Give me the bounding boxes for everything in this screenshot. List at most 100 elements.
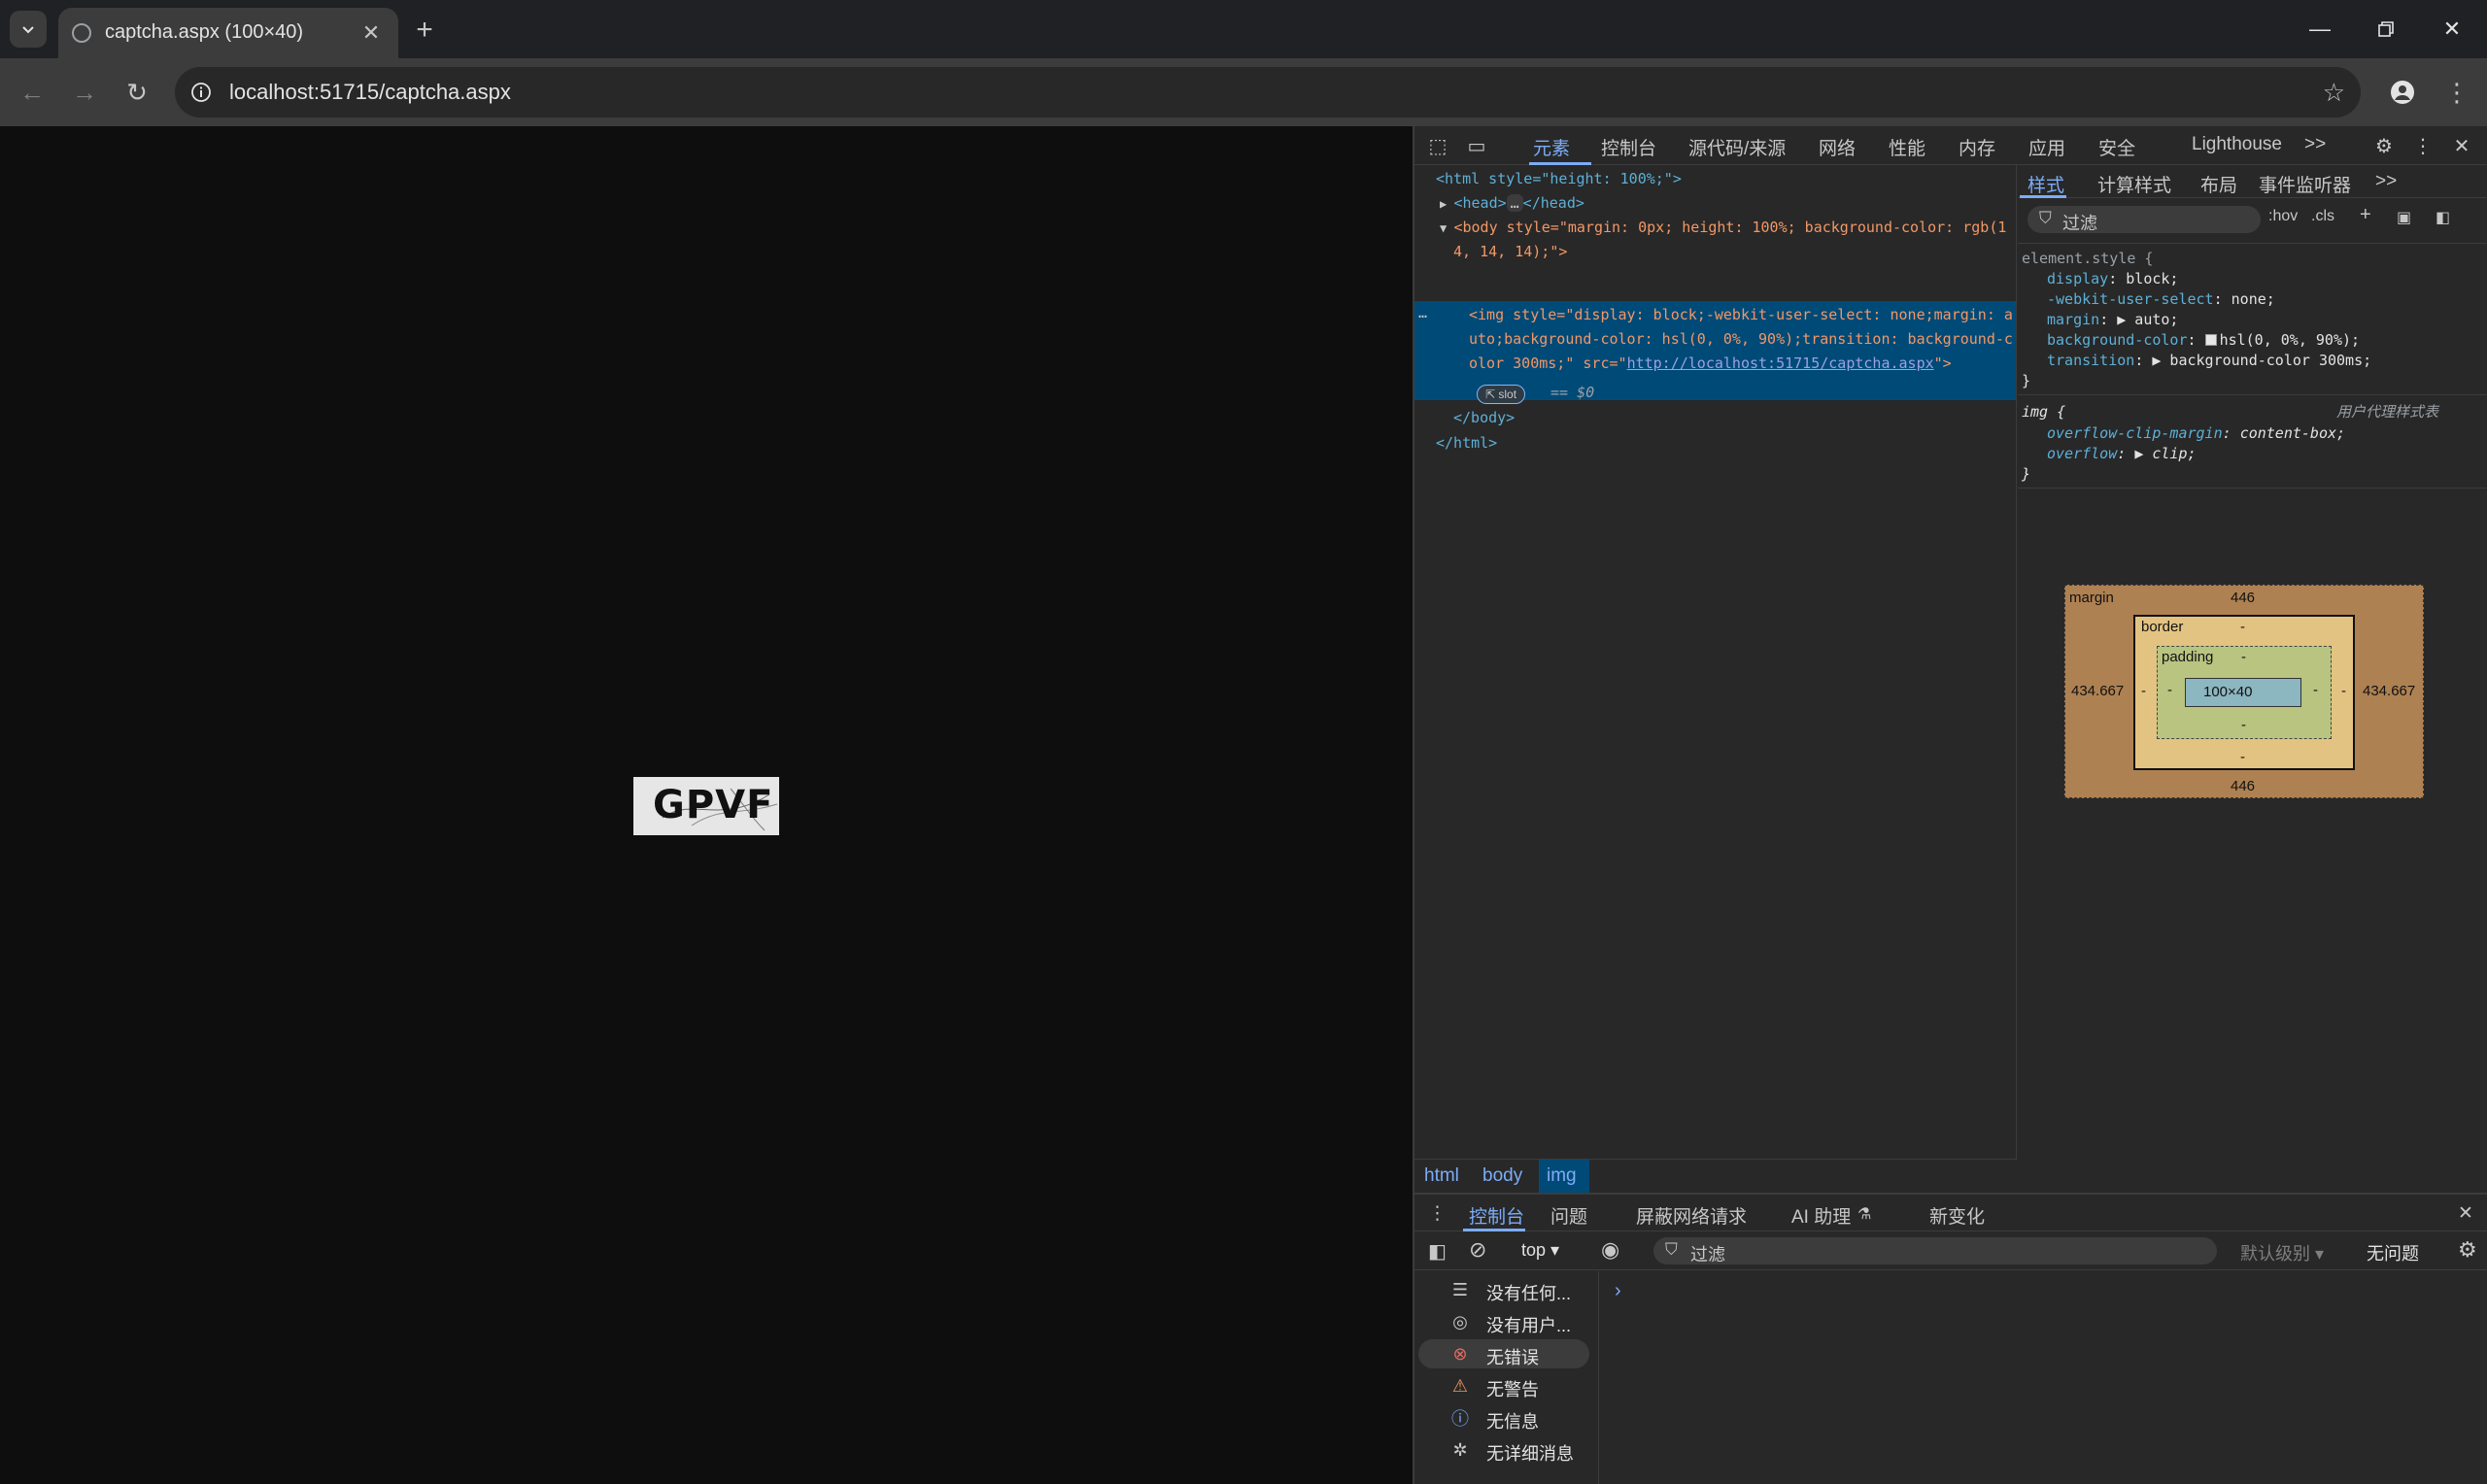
- drawer-tab-console[interactable]: 控制台: [1469, 1202, 1524, 1229]
- box-model-content[interactable]: 100×40: [2185, 678, 2301, 707]
- sidebar-toggle-icon[interactable]: ◧: [1428, 1239, 1447, 1264]
- new-tab-button[interactable]: +: [408, 14, 441, 47]
- style-rule-transition[interactable]: transition: ▶ background-color 300ms;: [2047, 351, 2371, 371]
- tab-elements[interactable]: 元素: [1533, 134, 1570, 160]
- settings-gear-icon[interactable]: ⚙: [2370, 132, 2398, 159]
- box-model-border-right[interactable]: -: [2341, 683, 2346, 699]
- hov-toggle[interactable]: :hov: [2268, 208, 2298, 225]
- head-ellipsis[interactable]: …: [1506, 194, 1523, 212]
- cls-toggle[interactable]: .cls: [2311, 208, 2334, 225]
- issues-counter[interactable]: 无问题: [2367, 1240, 2419, 1265]
- tab-console[interactable]: 控制台: [1601, 134, 1656, 160]
- box-model-margin[interactable]: margin 446 446 434.667 434.667 border - …: [2064, 585, 2424, 798]
- close-devtools-icon[interactable]: ✕: [2448, 132, 2475, 159]
- box-model-margin-bottom[interactable]: 446: [2231, 778, 2255, 794]
- address-bar[interactable]: localhost:51715/captcha.aspx ☆: [175, 67, 2361, 118]
- crumb-html[interactable]: html: [1424, 1165, 1459, 1187]
- restore-button[interactable]: [2357, 10, 2415, 49]
- bookmark-star-icon[interactable]: ☆: [2323, 78, 2345, 108]
- dom-img-node[interactable]: <img style="display: block;-webkit-user-…: [1469, 303, 2013, 327]
- console-settings-gear-icon[interactable]: ⚙: [2458, 1237, 2477, 1263]
- kebab-menu-icon[interactable]: ⋮: [2409, 132, 2436, 159]
- expand-triangle-icon[interactable]: ▶: [1440, 197, 1453, 211]
- sidebar-item-errors[interactable]: ⊗ 无错误: [1414, 1339, 1589, 1368]
- ua-rule-overflow[interactable]: overflow: ▶ clip;: [2047, 444, 2197, 464]
- drawer-tab-issues[interactable]: 问题: [1550, 1202, 1587, 1229]
- styles-more-tabs[interactable]: >>: [2375, 171, 2397, 192]
- slot-badge[interactable]: ⇱ slot: [1477, 385, 1526, 404]
- dom-html-open[interactable]: <html style="height: 100%;">: [1436, 167, 1682, 191]
- tab-lighthouse[interactable]: Lighthouse: [2192, 134, 2282, 155]
- box-model-padding[interactable]: padding - - - - 100×40: [2157, 646, 2332, 739]
- ua-rule-overflow-clip-margin[interactable]: overflow-clip-margin: content-box;: [2047, 423, 2345, 444]
- profile-button[interactable]: [2384, 74, 2421, 111]
- tab-application[interactable]: 应用: [2028, 134, 2065, 160]
- box-model-padding-right[interactable]: -: [2313, 682, 2318, 698]
- reload-button[interactable]: ↻: [117, 72, 157, 113]
- minimize-button[interactable]: —: [2291, 10, 2349, 49]
- box-model-padding-top[interactable]: -: [2241, 649, 2246, 665]
- url-text[interactable]: localhost:51715/captcha.aspx: [229, 80, 511, 105]
- sidebar-item-info[interactable]: ⓘ 无信息: [1414, 1403, 1589, 1433]
- browser-tab-active[interactable]: captcha.aspx (100×40) ✕: [58, 8, 398, 58]
- console-prompt[interactable]: ›: [1615, 1280, 1621, 1302]
- style-rule-display[interactable]: display: block;: [2047, 269, 2178, 289]
- color-swatch[interactable]: [2204, 334, 2217, 346]
- sidebar-toggle-icon[interactable]: ◧: [2436, 208, 2450, 227]
- crumb-img[interactable]: img: [1547, 1165, 1577, 1187]
- box-model-border-left[interactable]: -: [2141, 683, 2146, 699]
- style-rule-user-select[interactable]: -webkit-user-select: none;: [2047, 289, 2275, 310]
- new-rule-plus-icon[interactable]: +: [2360, 204, 2371, 226]
- box-model-content-size[interactable]: 100×40: [2203, 684, 2252, 700]
- crumb-body[interactable]: body: [1482, 1165, 1522, 1187]
- box-model-margin-top[interactable]: 446: [2231, 590, 2255, 606]
- paint-brush-icon[interactable]: ▣: [2397, 208, 2411, 227]
- styles-filter-input[interactable]: ⛉ 过滤: [2027, 206, 2261, 233]
- forward-button[interactable]: →: [64, 72, 105, 113]
- log-levels-dropdown[interactable]: 默认级别 ▾: [2240, 1240, 2324, 1265]
- device-toolbar-icon[interactable]: ▭: [1463, 132, 1490, 159]
- site-info-button[interactable]: [187, 78, 216, 107]
- tab-close-button[interactable]: ✕: [358, 19, 385, 47]
- window-close-button[interactable]: ✕: [2423, 10, 2481, 49]
- console-filter-input[interactable]: ⛉ 过滤: [1653, 1237, 2217, 1265]
- back-button[interactable]: ←: [12, 72, 52, 113]
- sidebar-item-warnings[interactable]: ⚠ 无警告: [1414, 1371, 1589, 1400]
- img-src-link[interactable]: http://localhost:51715/captcha.aspx: [1627, 354, 1934, 372]
- more-tabs-button[interactable]: >>: [2304, 134, 2326, 155]
- box-model-margin-left[interactable]: 434.667: [2071, 683, 2124, 699]
- style-rule-background-color[interactable]: background-color: hsl(0, 0%, 90%);: [2047, 330, 2360, 351]
- sidebar-item-user-messages[interactable]: ◎ 没有用户...: [1414, 1307, 1589, 1336]
- close-drawer-icon[interactable]: ✕: [2458, 1202, 2473, 1225]
- ua-selector[interactable]: img {: [2022, 402, 2065, 422]
- element-style-selector[interactable]: element.style {: [2022, 249, 2153, 269]
- tab-computed[interactable]: 计算样式: [2097, 171, 2171, 197]
- box-model-border-bottom[interactable]: -: [2240, 749, 2245, 765]
- tab-security[interactable]: 安全: [2098, 134, 2135, 160]
- context-selector[interactable]: top ▾: [1521, 1240, 1559, 1261]
- dom-body-close[interactable]: </body>: [1453, 406, 1515, 430]
- box-model-margin-right[interactable]: 434.667: [2363, 683, 2415, 699]
- tab-performance[interactable]: 性能: [1889, 134, 1925, 160]
- eye-icon[interactable]: ◉: [1601, 1237, 1619, 1263]
- box-model-padding-left[interactable]: -: [2167, 682, 2172, 698]
- dom-body-open[interactable]: ▼ <body style="margin: 0px; height: 100%…: [1440, 216, 2006, 241]
- tab-network[interactable]: 网络: [1819, 134, 1856, 160]
- tab-event-listeners[interactable]: 事件监听器: [2259, 171, 2351, 197]
- drawer-tab-network-blocking[interactable]: 屏蔽网络请求: [1636, 1202, 1747, 1229]
- drawer-menu-icon[interactable]: ⋮: [1428, 1202, 1447, 1225]
- drawer-tab-ai-assistant[interactable]: AI 助理: [1791, 1202, 1851, 1229]
- clear-console-icon[interactable]: ⊘: [1469, 1237, 1486, 1263]
- tab-memory[interactable]: 内存: [1959, 134, 1995, 160]
- node-actions-dots[interactable]: …: [1418, 301, 1427, 325]
- tab-layout[interactable]: 布局: [2200, 171, 2237, 197]
- dom-html-close[interactable]: </html>: [1436, 431, 1497, 455]
- box-model-padding-bottom[interactable]: -: [2241, 717, 2246, 733]
- collapse-triangle-icon[interactable]: ▼: [1440, 221, 1453, 235]
- dom-head-node[interactable]: ▶ <head>… </head>: [1440, 191, 1584, 217]
- tab-styles[interactable]: 样式: [2027, 171, 2064, 197]
- inspect-element-icon[interactable]: ⬚: [1424, 132, 1451, 159]
- tab-sources[interactable]: 源代码/来源: [1688, 134, 1786, 160]
- captcha-image[interactable]: GPVF: [633, 777, 779, 835]
- sidebar-item-messages[interactable]: ☰ 没有任何...: [1414, 1275, 1589, 1304]
